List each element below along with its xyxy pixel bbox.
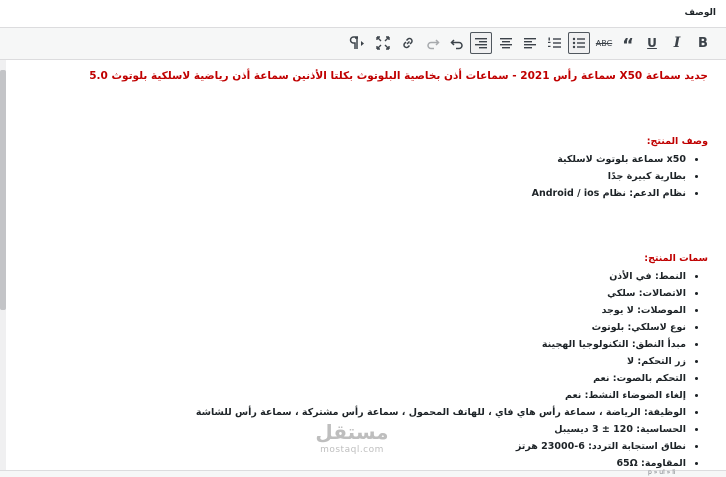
strikethrough-button[interactable]: ABC [593,32,615,54]
list-item: التحكم بالصوت: نعم [18,370,686,387]
blockquote-icon: “ [622,35,634,56]
description-title: وصف المنتج: [646,136,708,147]
bullet-list-button[interactable] [568,32,590,54]
editor-body: جديد سماعة X50 سماعة رأس 2021 - سماعات أ… [18,68,708,470]
mostaql-watermark: مستقل mostaql.com [312,420,392,466]
field-label: الوصف [684,8,716,18]
italic-button[interactable]: I [666,32,688,54]
link-icon [403,37,413,49]
blockquote-button[interactable]: “ [617,32,639,56]
list-item: مبدأ النطق: التكنولوجيا الهجينة [18,336,686,353]
list-item-text: نظام الدعم: نظام Android / ios [531,188,686,199]
editor-toolbar: B I U “ ABC [0,28,726,60]
redo-button[interactable] [422,32,444,54]
numbered-list-button[interactable] [544,32,566,54]
link-button[interactable] [397,32,419,54]
align-center-button[interactable] [495,32,517,54]
align-left-icon [524,38,536,49]
list-item: نظام الدعم: نظام Android / ios [18,185,686,202]
element-path: p » ul » li [648,469,676,476]
strikethrough-icon: ABC [595,38,613,48]
align-right-icon [475,38,487,49]
fullscreen-button[interactable] [372,32,394,54]
undo-icon [450,39,463,50]
list-item: النمط: في الأذن [18,268,686,285]
underline-button[interactable]: U [641,32,663,54]
watermark-latin: mostaql.com [320,445,384,455]
editor-status-bar: p » ul » li [0,469,726,477]
paragraph-direction-button[interactable] [346,32,372,54]
bold-icon: B [698,35,708,51]
italic-icon: I [673,35,681,51]
fullscreen-icon [376,36,390,50]
list-item: إلغاء الضوضاء النشط: نعم [18,387,686,404]
field-label-bar: الوصف [0,0,726,28]
scrollbar-track[interactable] [0,60,6,470]
list-item: x50 سماعة بلوتوث لاسلكية [18,151,686,168]
list-item: نوع لاسلكي: بلوتوث [18,319,686,336]
list-item: الاتصالات: سلكي [18,285,686,302]
product-headline: جديد سماعة X50 سماعة رأس 2021 - سماعات أ… [89,70,708,82]
pilcrow-rtl-icon [349,36,364,49]
undo-button[interactable] [446,32,468,54]
bullet-list-icon [572,37,585,49]
align-center-icon [500,38,512,49]
align-left-button[interactable] [519,32,541,54]
watermark-arabic: مستقل [315,420,389,444]
list-item: الوظيفة: الرياضة ، سماعة رأس هاي فاي ، ل… [18,404,686,421]
bold-button[interactable]: B [692,32,714,54]
list-item: الموصلات: لا يوجد [18,302,686,319]
list-item: زر التحكم: لا [18,353,686,370]
align-right-button[interactable] [470,32,492,54]
editor-content-area[interactable]: جديد سماعة X50 سماعة رأس 2021 - سماعات أ… [0,60,726,470]
redo-icon [427,39,440,50]
scrollbar-thumb[interactable] [0,70,6,310]
underline-icon: U [647,36,657,50]
list-item: بطارية كبيرة جدًا [18,168,686,185]
numbered-list-icon [548,37,561,48]
features-title: سمات المنتج: [644,253,708,264]
description-list: x50 سماعة بلوتوث لاسلكية بطارية كبيرة جد… [18,151,708,202]
